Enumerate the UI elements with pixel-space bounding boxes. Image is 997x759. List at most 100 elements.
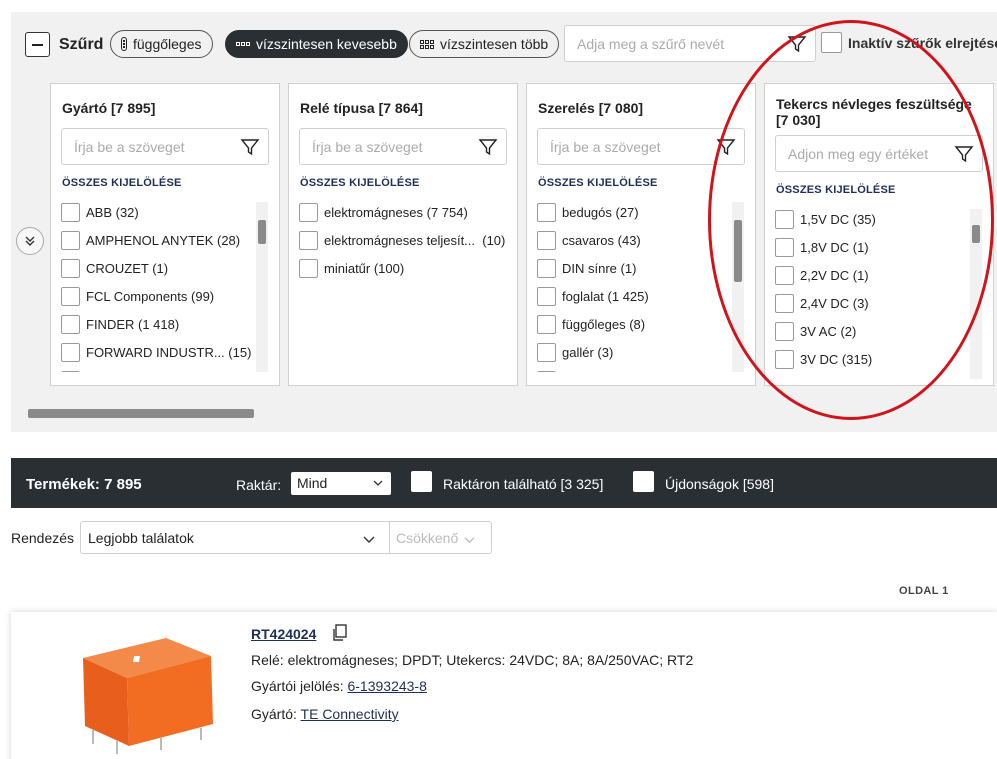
checkbox[interactable] [61, 258, 80, 278]
sort-select[interactable]: Legjobb találatok [80, 521, 390, 554]
checkbox[interactable] [775, 237, 794, 257]
item-label: ABB (32) [86, 204, 139, 220]
scrollbar-thumb[interactable] [734, 220, 742, 282]
item-label: gallér (3) [562, 344, 614, 360]
list-item[interactable]: elektromágneses teljesít... (10) [299, 226, 505, 254]
checkbox[interactable] [61, 342, 80, 362]
checkbox[interactable] [537, 258, 556, 278]
checkbox[interactable] [775, 293, 794, 313]
checkbox[interactable] [537, 342, 556, 362]
funnel-icon[interactable] [954, 144, 974, 164]
manufacturer-link[interactable]: TE Connectivity [301, 706, 399, 722]
product-toolbar: Termékek: 7 895 Raktár: Mind Raktáron ta… [11, 458, 997, 508]
horizontal-scrollbar[interactable] [28, 409, 988, 418]
list-item[interactable]: bedugós (27) [537, 198, 743, 226]
facet-title-line: [7 030] [776, 112, 821, 128]
scrollbar-thumb[interactable] [258, 220, 266, 244]
checkbox[interactable] [537, 314, 556, 334]
item-label: elektromágneses teljesít... (10) [324, 232, 505, 248]
funnel-icon[interactable] [240, 137, 260, 157]
funnel-icon[interactable] [716, 137, 736, 157]
list-item[interactable]: 1,8V DC (1) [775, 233, 981, 261]
list-item[interactable]: ABB (32) [61, 198, 267, 226]
view-horizontal-less-button[interactable]: vízszintesen kevesebb [225, 30, 408, 58]
funnel-icon[interactable] [478, 137, 498, 157]
list-item[interactable]: elektromágneses (7 754) [299, 198, 505, 226]
list-item[interactable]: foglalat (1 425) [537, 282, 743, 310]
facet-search-input[interactable]: Írja be a szöveget [537, 128, 745, 165]
list-item[interactable]: gallér (3) [537, 338, 743, 366]
checkbox[interactable] [537, 230, 556, 250]
checkbox[interactable] [775, 321, 794, 341]
list-item[interactable]: 1,5V DC (35) [775, 205, 981, 233]
product-image[interactable] [61, 628, 221, 759]
view-horizontal-more-button[interactable]: vízszintesen több [409, 30, 560, 58]
checkbox[interactable] [61, 286, 80, 306]
list-item[interactable]: DIN sínre (1) [537, 254, 743, 282]
filter-name-input[interactable]: Adja meg a szűrő nevét [564, 25, 816, 62]
list-item[interactable]: FORWARD INDUSTR... (15) [61, 338, 267, 366]
product-code-link[interactable]: RT424024 [251, 626, 316, 642]
list-item[interactable]: CROUZET (1) [61, 254, 267, 282]
checkbox[interactable] [537, 286, 556, 306]
stock-select[interactable]: Mind [291, 472, 391, 495]
sort-direction-select[interactable]: Csökkenő [389, 521, 492, 554]
list-item[interactable] [61, 366, 267, 372]
collapse-filters-button[interactable] [25, 32, 50, 57]
list-item[interactable] [537, 366, 743, 372]
checkbox[interactable] [61, 230, 80, 250]
list-item[interactable]: FINDER (1 418) [61, 310, 267, 338]
facet-search-input[interactable]: Írja be a szöveget [61, 128, 269, 165]
select-all-link[interactable]: ÖSSZES KIJELÖLÉSE [62, 177, 182, 189]
funnel-icon[interactable] [787, 34, 807, 54]
facet-search-placeholder: Írja be a szöveget [312, 138, 423, 155]
checkbox[interactable] [299, 202, 318, 222]
item-label: CROUZET (1) [86, 260, 169, 276]
facet-search-placeholder: Írja be a szöveget [550, 138, 661, 155]
facet-search-input[interactable]: Adjon meg egy értéket [775, 135, 983, 172]
list-item[interactable]: függőleges (8) [537, 310, 743, 338]
view-vertical-label: függőleges [133, 36, 202, 52]
view-vertical-button[interactable]: függőleges [110, 30, 213, 58]
scrollbar-thumb[interactable] [28, 409, 254, 418]
select-all-link[interactable]: ÖSSZES KIJELÖLÉSE [538, 177, 658, 189]
hide-inactive-label: Inaktív szűrők elrejtése [848, 35, 997, 51]
checkbox[interactable] [61, 370, 80, 372]
checkbox[interactable] [775, 265, 794, 285]
facet-scrollbar[interactable] [256, 202, 268, 372]
in-stock-checkbox[interactable] [411, 471, 432, 492]
checkbox[interactable] [61, 314, 80, 334]
list-item[interactable]: AMPHENOL ANYTEK (28) [61, 226, 267, 254]
chevron-down-icon [373, 480, 383, 486]
list-item[interactable]: 2,2V DC (1) [775, 261, 981, 289]
list-item[interactable]: FCL Components (99) [61, 282, 267, 310]
checkbox[interactable] [537, 370, 556, 372]
checkbox[interactable] [299, 230, 318, 250]
mfr-part-link[interactable]: 6-1393243-8 [347, 678, 426, 694]
checkbox[interactable] [775, 209, 794, 229]
checkbox[interactable] [537, 202, 556, 222]
checkbox[interactable] [61, 202, 80, 222]
in-stock-label: Raktáron található [3 325] [443, 476, 604, 492]
select-all-link[interactable]: ÖSSZES KIJELÖLÉSE [776, 184, 896, 196]
list-item[interactable]: csavaros (43) [537, 226, 743, 254]
list-item[interactable]: miniatűr (100) [299, 254, 505, 282]
expand-filters-button[interactable] [16, 227, 44, 255]
item-label: 3V AC (2) [800, 323, 857, 339]
list-item[interactable]: 3V DC (315) [775, 345, 981, 373]
new-items-checkbox[interactable] [633, 471, 654, 492]
checkbox[interactable] [299, 258, 318, 278]
hide-inactive-checkbox[interactable] [821, 32, 842, 53]
list-item[interactable]: 2,4V DC (3) [775, 289, 981, 317]
facet-scrollbar[interactable] [732, 202, 744, 372]
scrollbar-thumb[interactable] [972, 225, 980, 243]
select-all-link[interactable]: ÖSSZES KIJELÖLÉSE [300, 177, 420, 189]
copy-icon[interactable] [332, 624, 348, 642]
facet-search-input[interactable]: Írja be a szöveget [299, 128, 507, 165]
item-label: 2,2V DC (1) [800, 267, 869, 283]
checkbox[interactable] [775, 349, 794, 369]
facet-scrollbar[interactable] [970, 209, 982, 379]
list-item[interactable]: 3V AC (2) [775, 317, 981, 345]
mfr-part-row: Gyártói jelölés: 6-1393243-8 [251, 678, 427, 694]
facet-manufacturer: Gyártó [7 895] Írja be a szöveget ÖSSZES… [50, 83, 280, 386]
